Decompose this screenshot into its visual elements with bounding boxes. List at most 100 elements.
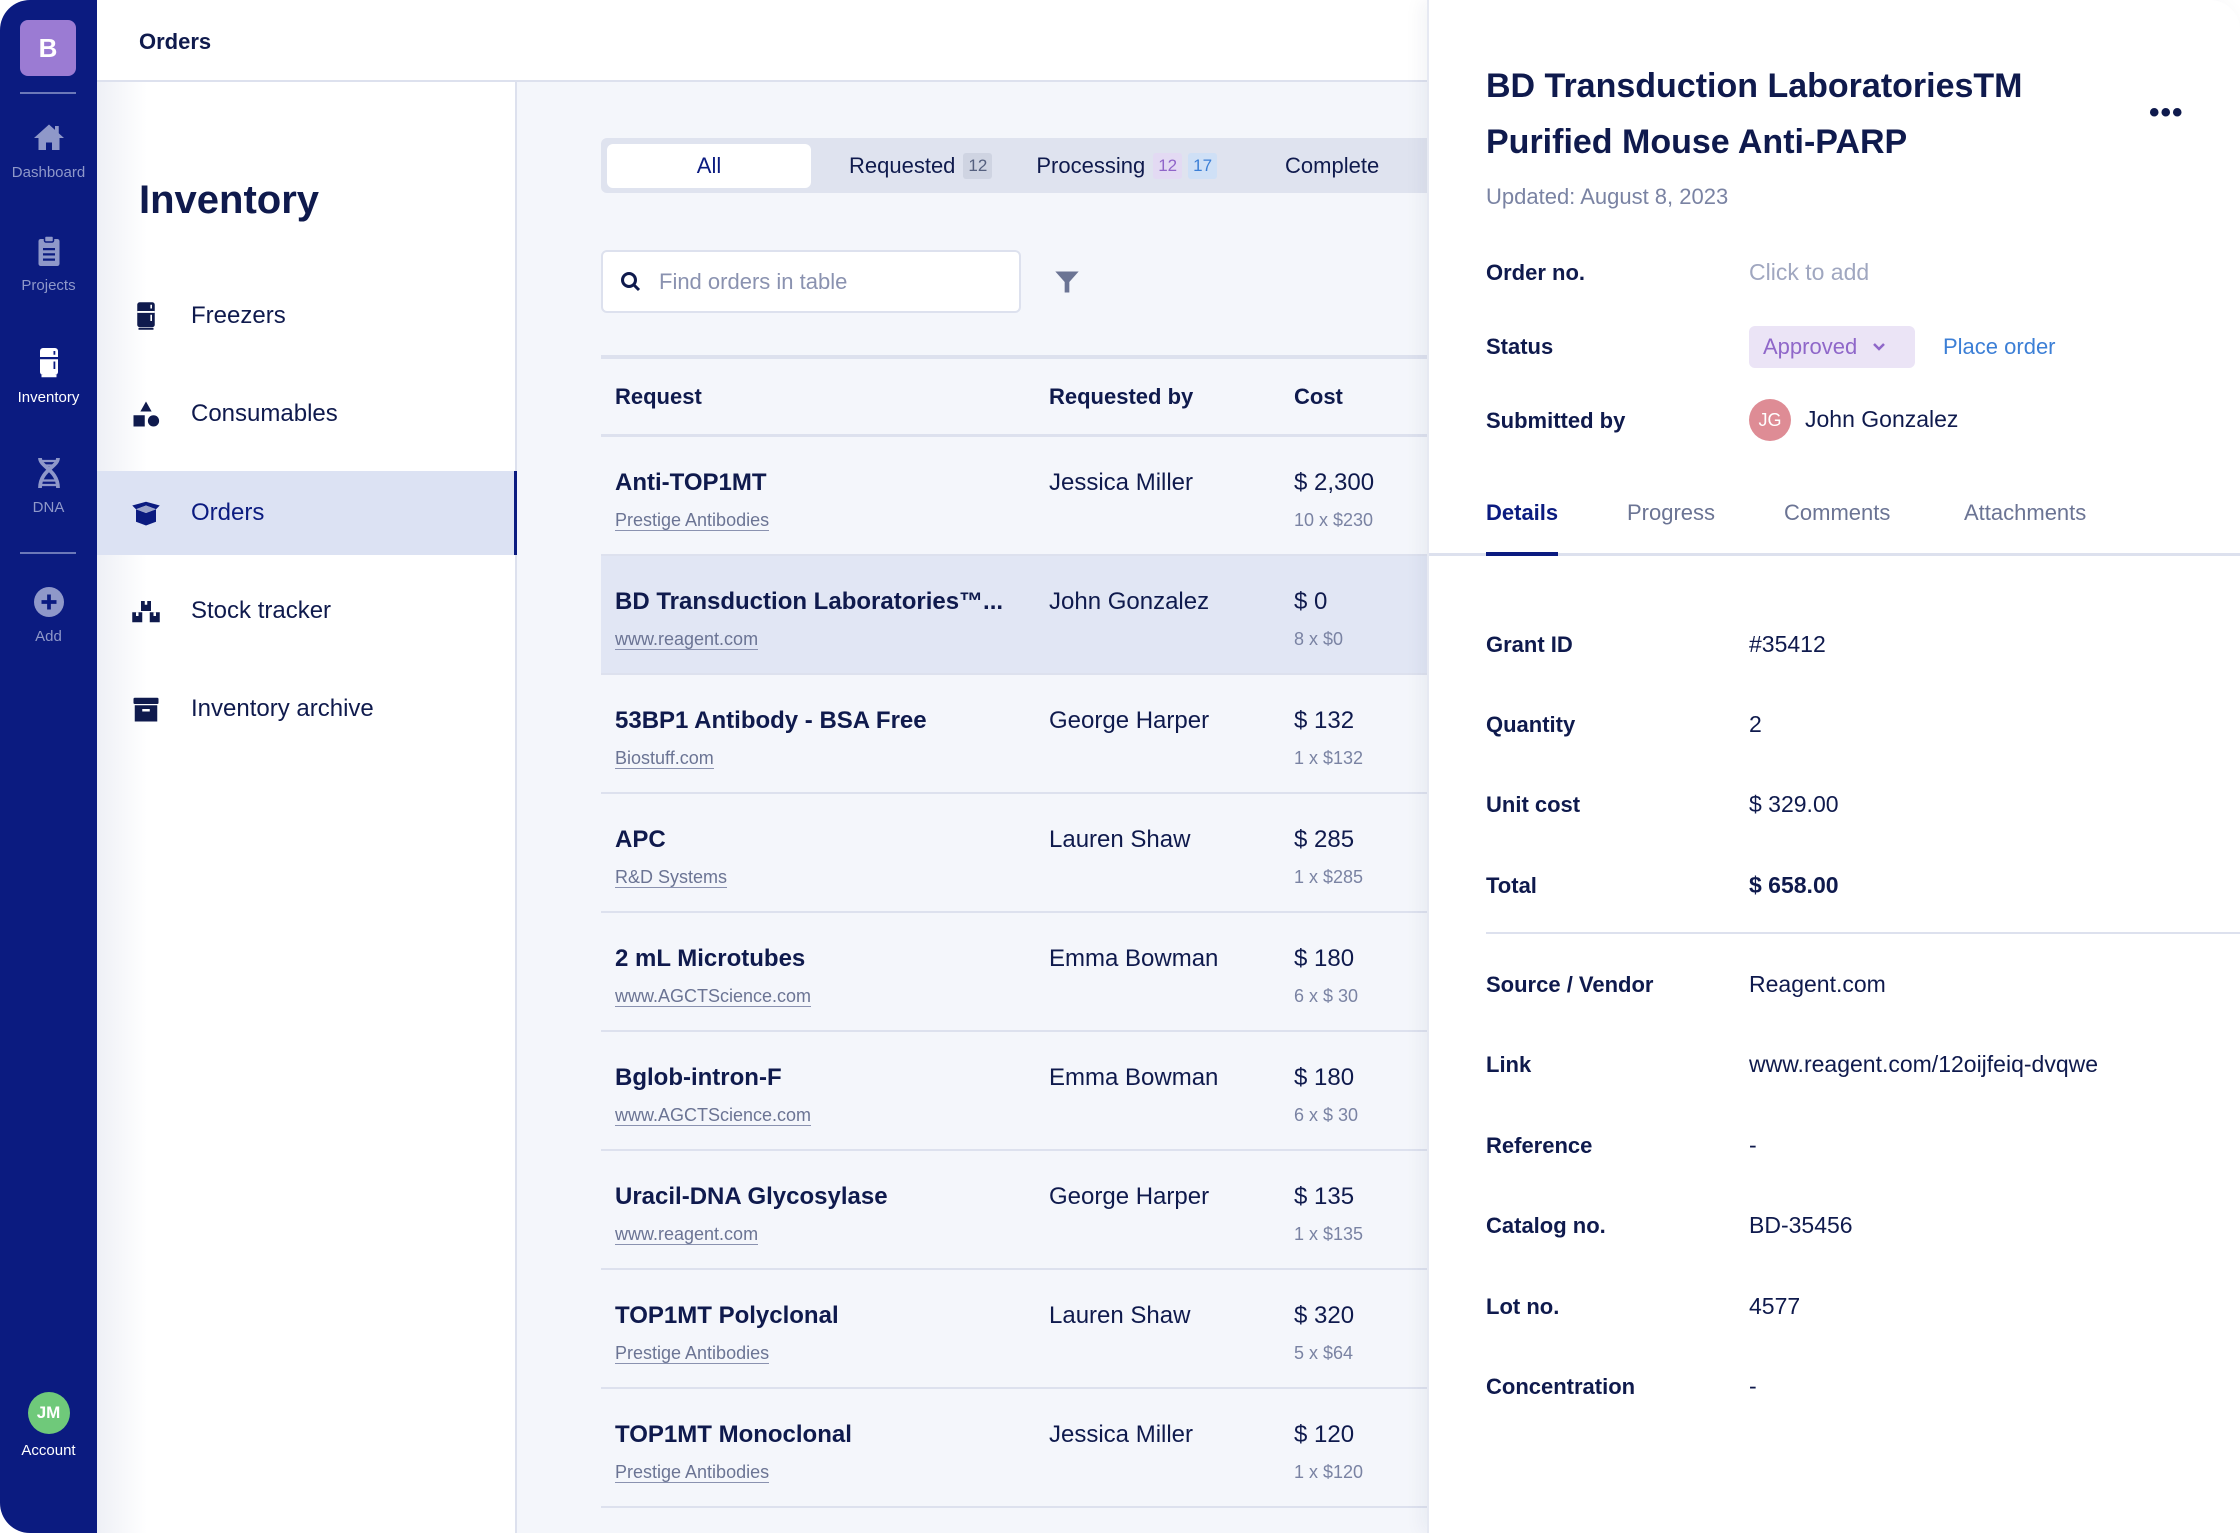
tab-label: All (696, 152, 722, 178)
quantity-value[interactable]: 2 (1749, 711, 1762, 738)
archive-icon (133, 697, 159, 722)
home-icon (33, 124, 64, 150)
vendor-link[interactable]: Prestige Antibodies (615, 1343, 770, 1364)
subnav-item-inventory-archive[interactable]: Inventory archive (97, 667, 515, 751)
grant-id-value[interactable]: #35412 (1749, 631, 1826, 658)
vendor-link[interactable]: Prestige Antibodies (615, 1462, 770, 1483)
table-row[interactable]: Bglob-intron-F www.AGCTScience.com Emma … (601, 1032, 1427, 1151)
cost-total: $ 132 (1294, 707, 1355, 734)
filter-icon[interactable] (1053, 268, 1081, 296)
cost-total: $ 0 (1294, 588, 1328, 615)
concentration-value[interactable]: - (1749, 1373, 1757, 1400)
vendor-link[interactable]: Biostuff.com (615, 748, 714, 769)
rail-item-add[interactable]: Add (0, 584, 97, 645)
tab-progress[interactable]: Progress (1627, 500, 1715, 526)
workspace-logo[interactable]: B (20, 20, 76, 76)
rail-item-dashboard[interactable]: Dashboard (0, 120, 97, 181)
table-row[interactable]: Anti-TOP1MT Prestige Antibodies Jessica … (601, 437, 1427, 556)
table-row[interactable]: TOP1MT Polyclonal Prestige Antibodies La… (601, 1270, 1427, 1389)
link-value[interactable]: www.reagent.com/12oijfeiq-dvqwe (1749, 1051, 2098, 1078)
tab-comments[interactable]: Comments (1784, 500, 1890, 526)
reference-value[interactable]: - (1749, 1132, 1757, 1159)
cost-total: $ 180 (1294, 1064, 1355, 1091)
subnav-item-freezers[interactable]: Freezers (97, 274, 515, 358)
boxes-icon (132, 601, 160, 623)
tab-attachments[interactable]: Attachments (1964, 500, 2086, 526)
count-badge: 12 (1153, 152, 1183, 179)
quantity-label: Quantity (1486, 712, 1576, 737)
unit-cost-value[interactable]: $ 329.00 (1749, 791, 1839, 818)
vendor-label: Source / Vendor (1486, 972, 1654, 997)
shapes-icon (133, 401, 160, 427)
more-options-icon[interactable]: ••• (2149, 96, 2184, 130)
box-icon (132, 501, 160, 526)
lot-no-label: Lot no. (1486, 1294, 1560, 1319)
request-name: APC (615, 826, 666, 853)
cost-breakdown: 5 x $64 (1294, 1343, 1354, 1363)
rail-item-inventory[interactable]: Inventory (0, 345, 97, 406)
submitted-by-label: Submitted by (1486, 408, 1626, 433)
rail-item-dna[interactable]: DNA (0, 455, 97, 516)
rail-item-account[interactable]: JM Account (0, 1392, 97, 1459)
tab-complete[interactable]: Complete (1285, 144, 1379, 188)
search-box (601, 250, 1021, 313)
submitter-avatar: JG (1749, 399, 1791, 441)
tab-all[interactable]: All (607, 143, 811, 188)
status-label: Status (1486, 334, 1554, 359)
table-row[interactable]: APC R&D Systems Lauren Shaw $ 285 1 x $2… (601, 794, 1427, 913)
vendor-value[interactable]: Reagent.com (1749, 971, 1886, 998)
requested-by: George Harper (1049, 1183, 1210, 1210)
status-tabs: All Requested 12 Processing 12 17 Comple… (601, 138, 1427, 193)
count-badge: 17 (1188, 152, 1218, 179)
rail-item-projects[interactable]: Projects (0, 233, 97, 294)
tab-requested[interactable]: Requested 12 (849, 144, 993, 188)
place-order-link[interactable]: Place order (1943, 334, 2056, 360)
column-header-cost[interactable]: Cost (1294, 384, 1343, 410)
subnav-item-stock-tracker[interactable]: Stock tracker (97, 569, 515, 653)
table-row[interactable]: 53BP1 Antibody - BSA Free Biostuff.com G… (601, 675, 1427, 794)
subnav-item-consumables[interactable]: Consumables (97, 372, 515, 456)
subnav-item-label: Orders (191, 499, 265, 526)
clipboard-icon (38, 235, 59, 266)
subnav-item-orders[interactable]: Orders (97, 471, 518, 555)
active-tab-indicator (1486, 552, 1558, 556)
cost-breakdown: 8 x $0 (1294, 629, 1344, 649)
catalog-no-value[interactable]: BD-35456 (1749, 1212, 1853, 1239)
cost-breakdown: 1 x $120 (1294, 1462, 1364, 1482)
unit-cost-label: Unit cost (1486, 792, 1581, 817)
column-header-requested-by[interactable]: Requested by (1049, 384, 1193, 410)
vendor-link[interactable]: www.AGCTScience.com (615, 1105, 812, 1126)
tab-processing[interactable]: Processing 12 17 (1036, 144, 1218, 188)
cost-total: $ 285 (1294, 826, 1355, 853)
total-value: $ 658.00 (1749, 872, 1839, 898)
search-input[interactable] (659, 268, 999, 295)
status-dropdown[interactable]: Approved (1749, 326, 1915, 368)
requested-by: Jessica Miller (1049, 1421, 1194, 1448)
table-row[interactable]: TOP1MT Monoclonal Prestige Antibodies Je… (601, 1389, 1427, 1508)
fridge-icon (39, 348, 58, 378)
table-row-selected[interactable]: BD Transduction Laboratories™... www.rea… (601, 556, 1427, 675)
cost-total: $ 2,300 (1294, 469, 1375, 496)
vendor-link[interactable]: www.AGCTScience.com (615, 986, 812, 1007)
table-row[interactable]: Uracil-DNA Glycosylase www.reagent.com G… (601, 1151, 1427, 1270)
table-row[interactable]: 2 mL Microtubes www.AGCTScience.com Emma… (601, 913, 1427, 1032)
vendor-link[interactable]: www.reagent.com (615, 1224, 759, 1245)
vendor-link[interactable]: R&D Systems (615, 867, 728, 888)
requested-by: Jessica Miller (1049, 469, 1194, 496)
vendor-link[interactable]: www.reagent.com (615, 629, 759, 650)
total-label: Total (1486, 873, 1537, 898)
order-no-label: Order no. (1486, 260, 1586, 285)
top-bar: Orders (97, 0, 1427, 82)
inventory-subnav: Inventory Freezers Consumables Orders St… (97, 82, 518, 1533)
tab-details[interactable]: Details (1486, 500, 1558, 526)
request-name: BD Transduction Laboratories™... (615, 588, 1004, 615)
detail-tabs: Details Progress Comments Attachments (1429, 490, 2240, 556)
column-header-request[interactable]: Request (615, 384, 702, 410)
lot-no-value[interactable]: 4577 (1749, 1293, 1800, 1320)
request-name: 53BP1 Antibody - BSA Free (615, 707, 927, 734)
concentration-label: Concentration (1486, 1374, 1636, 1399)
order-no-field[interactable]: Click to add (1749, 259, 1869, 286)
vendor-link[interactable]: Prestige Antibodies (615, 510, 770, 531)
rail-item-label: Projects (21, 277, 76, 294)
rail-item-label: Account (21, 1442, 76, 1459)
